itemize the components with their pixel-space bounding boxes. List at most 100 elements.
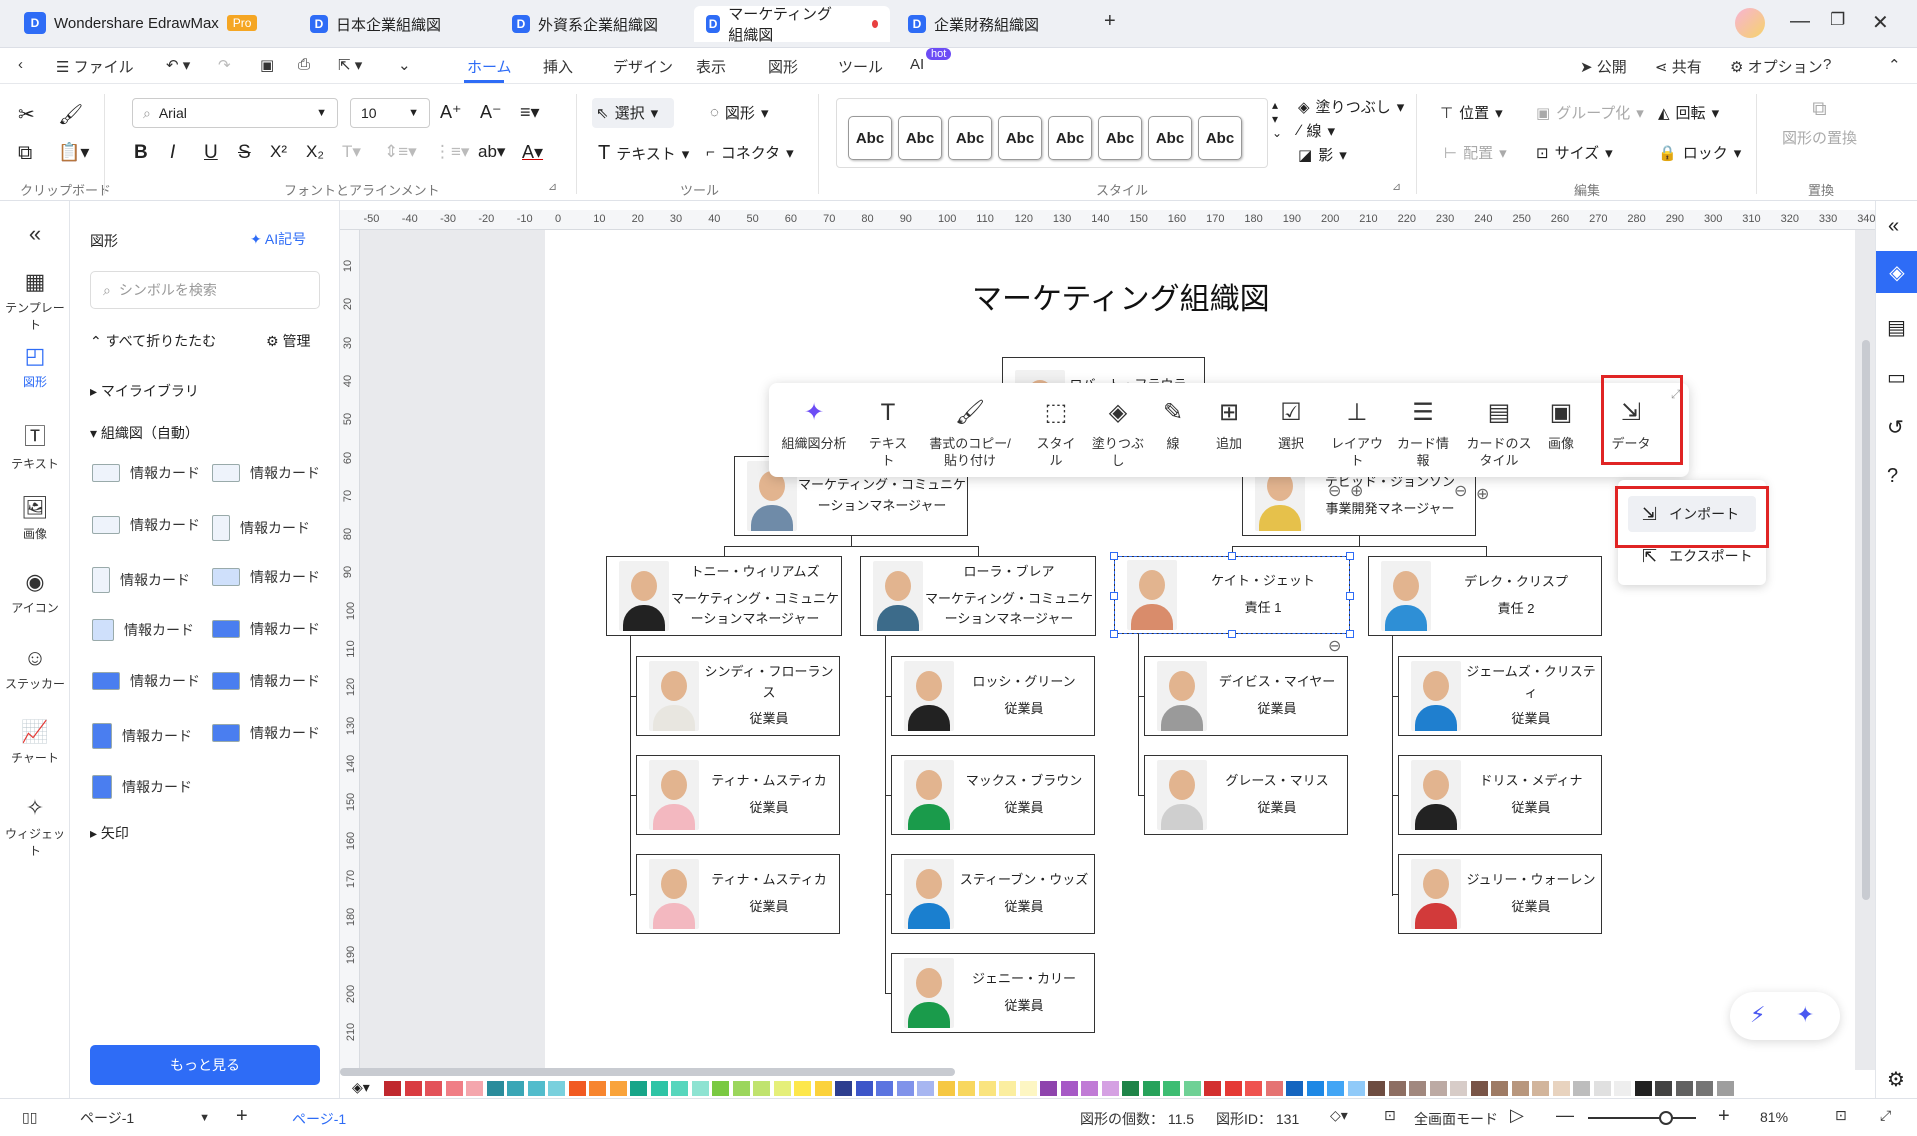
menu-insert[interactable]: 挿入 [543, 56, 573, 77]
color-swatch[interactable] [1204, 1081, 1221, 1096]
color-swatch[interactable] [937, 1081, 955, 1096]
color-swatch[interactable] [404, 1081, 422, 1096]
collapse-up-icon[interactable]: ⊖ [1454, 481, 1467, 501]
more-chevron-icon[interactable]: ⌄ [398, 56, 411, 74]
color-swatch[interactable] [814, 1081, 832, 1096]
tab-0[interactable]: D 日本企業組織図 [298, 6, 488, 42]
color-swatch[interactable] [1368, 1081, 1385, 1096]
org-node-james[interactable]: ジェームズ・クリスティ 従業員 [1398, 656, 1602, 736]
color-swatch[interactable] [507, 1081, 524, 1096]
paste-icon[interactable]: 📋▾ [58, 142, 89, 163]
color-swatch[interactable] [1388, 1081, 1406, 1096]
menu-tools[interactable]: ツール [838, 56, 883, 77]
color-swatch[interactable] [712, 1081, 729, 1096]
subscript-icon[interactable]: X₂ [306, 142, 324, 162]
org-node-doris[interactable]: ドリス・メディナ 従業員 [1398, 755, 1602, 835]
add-node-plus-icon[interactable]: ⊕ [1350, 481, 1363, 501]
sidebar-item-shapes[interactable]: ◰ 図形 [0, 343, 70, 390]
sidebar-item-widget[interactable]: ✧ ウィジェット [0, 795, 70, 859]
color-swatch[interactable] [1675, 1081, 1693, 1096]
zoom-slider-knob[interactable] [1659, 1111, 1673, 1125]
color-swatch[interactable] [650, 1081, 668, 1096]
color-swatch[interactable] [1532, 1081, 1549, 1096]
menu-view[interactable]: 表示 [696, 56, 726, 77]
expand-icon[interactable]: ⤢ [1880, 1107, 1891, 1124]
color-swatch[interactable] [1511, 1081, 1529, 1096]
style-sample-1[interactable]: Abc [848, 116, 892, 160]
image-button[interactable]: ▣ 画像 [1541, 397, 1581, 453]
info-card-shape[interactable]: 情報カード [212, 723, 320, 743]
color-swatch[interactable] [486, 1081, 504, 1096]
info-card-shape[interactable]: 情報カード [92, 671, 200, 691]
color-swatch[interactable] [384, 1081, 401, 1096]
style-sample-4[interactable]: Abc [998, 116, 1042, 160]
save-icon[interactable]: ▣ [260, 56, 274, 74]
decrease-font-icon[interactable]: A⁻ [480, 102, 502, 123]
undo-icon[interactable]: ↶ ▾ [166, 56, 190, 74]
sidebar-item-template[interactable]: ▦ テンプレート [0, 269, 70, 333]
color-swatch[interactable] [609, 1081, 627, 1096]
org-analysis-button[interactable]: ✦ 組織図分析 [779, 397, 849, 453]
resize-handle[interactable] [1346, 592, 1354, 600]
color-swatch[interactable] [773, 1081, 791, 1096]
size-button[interactable]: ⊡ サイズ ▾ [1536, 142, 1613, 163]
color-swatch[interactable] [1081, 1081, 1098, 1096]
fit-page-icon[interactable]: ⊡ [1384, 1107, 1396, 1124]
page-tab[interactable]: ページ-1 [292, 1109, 346, 1129]
menu-ai[interactable]: AI [910, 56, 924, 73]
replace-shape-button[interactable]: ⧉ 図形の置換 [1782, 98, 1857, 148]
color-swatch[interactable] [1491, 1081, 1508, 1096]
color-swatch[interactable] [1265, 1081, 1283, 1096]
more-button[interactable]: もっと見る [90, 1045, 320, 1085]
font-dialog-icon[interactable]: ⊿ [548, 180, 557, 193]
color-swatch[interactable] [753, 1081, 770, 1096]
org-node-tina2[interactable]: ティナ・ムスティカ 従業員 [636, 854, 840, 934]
fit-window-icon[interactable]: ⊡ [1835, 1107, 1847, 1124]
color-swatch[interactable] [1122, 1081, 1139, 1096]
presentation-icon[interactable]: ▭ [1887, 365, 1906, 390]
color-swatch[interactable] [1163, 1081, 1180, 1096]
ai-sparkle-icon[interactable]: ✦ [1796, 1002, 1814, 1028]
color-swatch[interactable] [1306, 1081, 1324, 1096]
color-swatch[interactable] [732, 1081, 750, 1096]
info-card-shape[interactable]: 情報カード [212, 515, 310, 541]
cut-icon[interactable]: ✂ [18, 102, 35, 127]
color-swatch[interactable] [1142, 1081, 1160, 1096]
org-auto-item[interactable]: ▾ 組織図（自動） [90, 423, 199, 443]
color-swatch[interactable] [527, 1081, 545, 1096]
connector-tool[interactable]: ⌐ コネクタ ▾ [706, 142, 794, 163]
back-icon[interactable]: ‹ [18, 56, 23, 73]
color-swatch[interactable] [1696, 1081, 1713, 1096]
style-sample-3[interactable]: Abc [948, 116, 992, 160]
collapse-sidebar-icon[interactable]: « [0, 221, 70, 247]
info-card-shape[interactable]: 情報カード [92, 775, 192, 799]
fill-button[interactable]: ◈ 塗りつぶし [1087, 397, 1149, 470]
page-layout-icon[interactable]: ▯▯ [22, 1109, 37, 1126]
color-swatch[interactable] [835, 1081, 852, 1096]
info-card-shape[interactable]: 情報カード [92, 463, 200, 483]
shape-tool[interactable]: ◌ 図形 ▾ [710, 102, 768, 123]
resize-handle[interactable] [1228, 552, 1236, 560]
underline-icon[interactable]: U [204, 142, 218, 164]
play-icon[interactable]: ▷ [1510, 1105, 1524, 1126]
info-card-shape[interactable]: 情報カード [92, 567, 190, 593]
color-swatch[interactable] [671, 1081, 688, 1096]
line-button[interactable]: ∕ 線 ▾ [1298, 120, 1335, 141]
select-tool[interactable]: ⇖ 選択 ▾ [596, 102, 658, 123]
color-swatch[interactable] [589, 1081, 606, 1096]
color-swatch[interactable] [1183, 1081, 1201, 1096]
color-swatch[interactable] [999, 1081, 1016, 1096]
style-dialog-icon[interactable]: ⊿ [1392, 180, 1401, 193]
format-painter-icon[interactable]: 🖌 [58, 102, 83, 127]
color-swatch[interactable] [1716, 1081, 1734, 1096]
font-size-select[interactable]: 10 ▼ [350, 98, 430, 128]
org-node-grace[interactable]: グレース・マリス 従業員 [1144, 755, 1348, 835]
ai-magic-icon[interactable]: ⚡ [1750, 1002, 1765, 1028]
select-button[interactable]: ☑ 選択 [1269, 397, 1313, 453]
help-icon[interactable]: ? [1823, 56, 1831, 73]
ai-symbol-button[interactable]: ✦ AI記号 [250, 229, 306, 249]
menu-design[interactable]: デザイン [613, 56, 673, 77]
color-swatch[interactable] [1634, 1081, 1652, 1096]
export-icon[interactable]: ⇱ ▾ [338, 56, 362, 74]
style-sample-5[interactable]: Abc [1048, 116, 1092, 160]
